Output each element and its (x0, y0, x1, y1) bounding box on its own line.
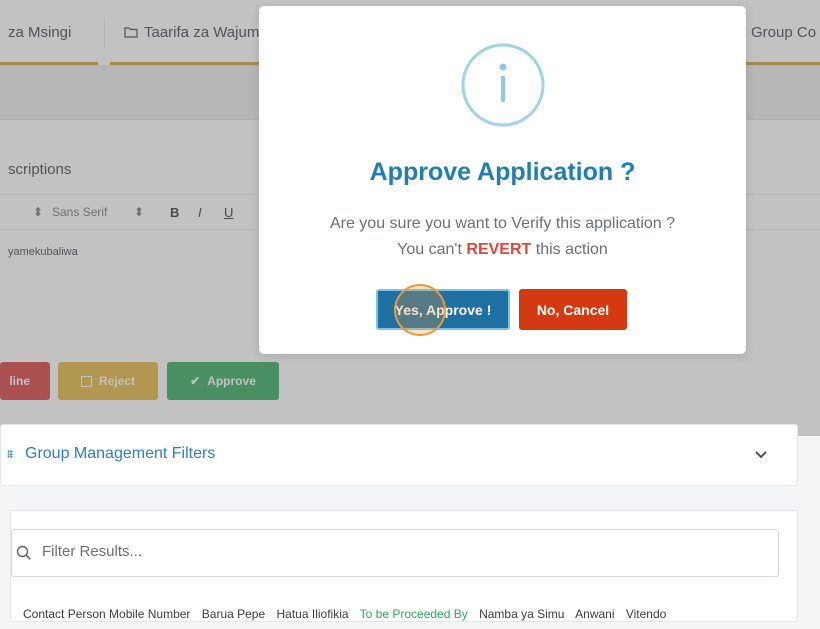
search-input[interactable] (42, 543, 742, 560)
column-header[interactable]: Namba ya Simu (479, 607, 564, 621)
results-card: Contact Person Mobile Number Barua Pepe … (10, 510, 798, 622)
filters-title: Group Management Filters (25, 445, 216, 462)
search-box[interactable] (11, 529, 779, 577)
dialog-message-line2: You can't REVERT this action (259, 237, 746, 263)
chevron-down-icon[interactable] (753, 446, 769, 462)
dialog-message-post: this action (535, 241, 608, 258)
group-management-filters[interactable]: ⩩ Group Management Filters (0, 424, 798, 486)
dialog-message: Are you sure you want to Verify this app… (259, 211, 746, 263)
dialog-message-line1: Are you sure you want to Verify this app… (329, 215, 676, 232)
filter-icon: ⩩ (7, 447, 14, 461)
column-header[interactable]: Barua Pepe (202, 607, 265, 621)
revert-emphasis: REVERT (466, 241, 532, 258)
column-header[interactable]: Hatua Iliofikia (277, 607, 349, 621)
dialog-title: Approve Application ? (369, 158, 636, 186)
info-icon (461, 43, 545, 127)
approve-dialog: Approve Application ? Are you sure you w… (259, 6, 746, 354)
cancel-button[interactable]: No, Cancel (519, 289, 627, 330)
confirm-approve-button[interactable]: Yes, Approve ! (376, 289, 510, 330)
column-header[interactable]: To be Proceeded By (360, 607, 468, 621)
search-icon (16, 545, 31, 560)
column-header[interactable]: Anwani (575, 607, 614, 621)
column-header[interactable]: Contact Person Mobile Number (23, 607, 190, 621)
page-bottom (0, 622, 820, 629)
column-header[interactable]: Vitendo (626, 607, 666, 621)
dialog-message-pre: You can't (397, 241, 462, 258)
table-header: Contact Person Mobile Number Barua Pepe … (23, 607, 674, 621)
